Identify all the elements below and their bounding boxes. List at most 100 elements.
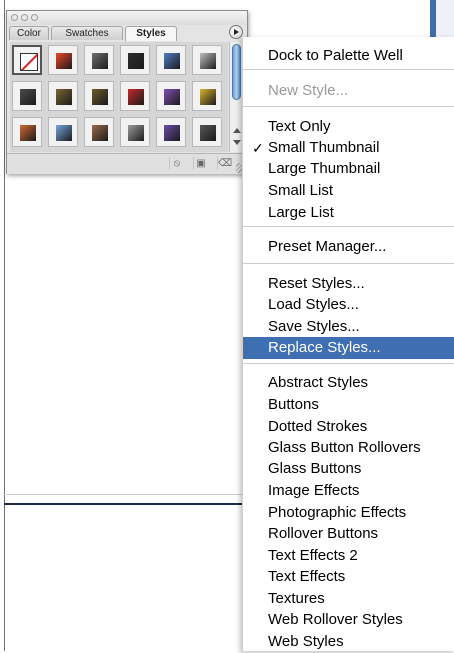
menu-item-replace-styles[interactable]: Replace Styles... xyxy=(243,337,454,359)
menu-item-label: Web Styles xyxy=(268,633,344,650)
menu-item-buttons[interactable]: Buttons xyxy=(243,394,454,416)
menu-item-image-effects[interactable]: Image Effects xyxy=(243,480,454,502)
style-thumbnail xyxy=(92,125,108,141)
style-thumbnail xyxy=(200,53,216,69)
clear-style-icon[interactable]: ⦸ xyxy=(169,157,184,170)
style-thumbnail xyxy=(128,53,144,69)
menu-item-label: Small Thumbnail xyxy=(268,139,380,156)
no-style-icon xyxy=(20,53,38,71)
style-swatch-slate-style[interactable] xyxy=(192,117,222,147)
menu-item-dock-to-palette-well[interactable]: Dock to Palette Well xyxy=(243,45,454,67)
style-swatch-olive-style[interactable] xyxy=(84,81,114,111)
menu-item-dotted-strokes[interactable]: Dotted Strokes xyxy=(243,416,454,438)
style-thumbnail xyxy=(20,89,36,105)
menu-item-label: Dock to Palette Well xyxy=(268,47,403,64)
menu-item-label: New Style... xyxy=(268,82,349,99)
menu-item-label: Large List xyxy=(268,204,334,221)
menu-item-text-effects-2[interactable]: Text Effects 2 xyxy=(243,545,454,567)
menu-item-web-styles[interactable]: Web Styles xyxy=(243,631,454,653)
menu-item-abstract-styles[interactable]: Abstract Styles xyxy=(243,372,454,394)
menu-item-rollover-buttons[interactable]: Rollover Buttons xyxy=(243,523,454,545)
menu-item-glass-buttons[interactable]: Glass Buttons xyxy=(243,458,454,480)
menu-item-label: Textures xyxy=(268,590,325,607)
style-swatch-none-style[interactable] xyxy=(12,45,42,75)
style-swatch-chrome-style[interactable] xyxy=(120,117,150,147)
checkmark-icon: ✓ xyxy=(252,140,264,156)
style-swatch-sky-style[interactable] xyxy=(48,117,78,147)
style-swatch-bronze-style[interactable] xyxy=(48,81,78,111)
style-swatch-landscape-style[interactable] xyxy=(84,117,114,147)
style-swatch-purple-style[interactable] xyxy=(156,117,186,147)
menu-item-label: Large Thumbnail xyxy=(268,160,381,177)
style-thumbnail xyxy=(56,53,72,69)
menu-item-photographic-effects[interactable]: Photographic Effects xyxy=(243,502,454,524)
menu-item-large-list[interactable]: Large List xyxy=(243,202,454,224)
style-swatch-gray-style[interactable] xyxy=(84,45,114,75)
style-swatch-red-stripe-style[interactable] xyxy=(120,81,150,111)
scroll-down-icon[interactable] xyxy=(233,140,241,145)
menu-item-textures[interactable]: Textures xyxy=(243,588,454,610)
style-swatch-charcoal-style[interactable] xyxy=(12,81,42,111)
menu-item-label: Text Effects 2 xyxy=(268,547,358,564)
menu-item-label: Load Styles... xyxy=(268,296,359,313)
new-style-icon[interactable]: ▣ xyxy=(193,157,208,170)
menu-item-label: Abstract Styles xyxy=(268,374,369,391)
menu-separator xyxy=(243,106,454,107)
menu-separator xyxy=(243,226,454,227)
style-thumbnail xyxy=(92,89,108,105)
menu-item-glass-button-rollovers[interactable]: Glass Button Rollovers xyxy=(243,437,454,459)
menu-separator xyxy=(243,363,454,364)
styles-grid xyxy=(10,42,228,152)
style-thumbnail xyxy=(20,125,36,141)
style-thumbnail xyxy=(200,89,216,105)
palette-menu-button[interactable] xyxy=(229,25,243,39)
tab-styles[interactable]: Styles xyxy=(125,26,177,41)
close-window-button[interactable] xyxy=(11,14,18,21)
tab-swatches[interactable]: Swatches xyxy=(51,26,123,40)
style-thumbnail xyxy=(56,125,72,141)
tab-color[interactable]: Color xyxy=(9,26,49,40)
menu-item-text-only[interactable]: Text Only xyxy=(243,116,454,138)
style-swatch-rainbow-style[interactable] xyxy=(156,81,186,111)
style-thumbnail xyxy=(164,89,180,105)
menu-item-load-styles[interactable]: Load Styles... xyxy=(243,294,454,316)
document-edge xyxy=(4,503,242,505)
menu-item-label: Photographic Effects xyxy=(268,504,407,521)
menu-item-new-style: New Style... xyxy=(243,80,454,102)
triangle-right-icon xyxy=(234,29,239,35)
style-swatch-sunset-style[interactable] xyxy=(12,117,42,147)
palette-bottom-bar: ⦸ ▣ ⌫ xyxy=(7,153,247,174)
menu-separator xyxy=(243,69,454,70)
trash-icon[interactable]: ⌫ xyxy=(217,157,232,170)
menu-item-web-rollover-styles[interactable]: Web Rollover Styles xyxy=(243,609,454,631)
menu-item-save-styles[interactable]: Save Styles... xyxy=(243,316,454,338)
menu-item-label: Save Styles... xyxy=(268,318,360,335)
menu-item-label: Rollover Buttons xyxy=(268,525,379,542)
style-thumbnail xyxy=(128,89,144,105)
palette-flyout-menu: Dock to Palette Well New Style... Text Onl… xyxy=(242,37,454,651)
style-thumbnail xyxy=(164,53,180,69)
minimize-window-button[interactable] xyxy=(21,14,28,21)
menu-item-label: Text Only xyxy=(268,118,331,135)
menu-item-small-list[interactable]: Small List xyxy=(243,180,454,202)
style-swatch-light-gray-style[interactable] xyxy=(192,45,222,75)
palette-titlebar[interactable] xyxy=(7,11,247,25)
menu-separator xyxy=(243,263,454,264)
menu-item-label: Web Rollover Styles xyxy=(268,611,403,628)
zoom-window-button[interactable] xyxy=(31,14,38,21)
scroll-thumb[interactable] xyxy=(232,44,241,100)
menu-item-large-thumbnail[interactable]: Large Thumbnail xyxy=(243,158,454,180)
style-swatch-glow-style[interactable] xyxy=(48,45,78,75)
style-swatch-gold-style[interactable] xyxy=(192,81,222,111)
menu-item-reset-styles[interactable]: Reset Styles... xyxy=(243,273,454,295)
menu-item-small-thumbnail[interactable]: ✓ Small Thumbnail xyxy=(243,137,454,159)
menu-item-text-effects[interactable]: Text Effects xyxy=(243,566,454,588)
menu-item-preset-manager[interactable]: Preset Manager... xyxy=(243,236,454,258)
style-swatch-dark-style[interactable] xyxy=(120,45,150,75)
menu-item-label: Preset Manager... xyxy=(268,238,387,255)
style-swatch-blue-style[interactable] xyxy=(156,45,186,75)
scroll-up-icon[interactable] xyxy=(233,128,241,133)
menu-item-label: Glass Button Rollovers xyxy=(268,439,421,456)
style-thumbnail xyxy=(56,89,72,105)
menu-item-label: Image Effects xyxy=(268,482,360,499)
